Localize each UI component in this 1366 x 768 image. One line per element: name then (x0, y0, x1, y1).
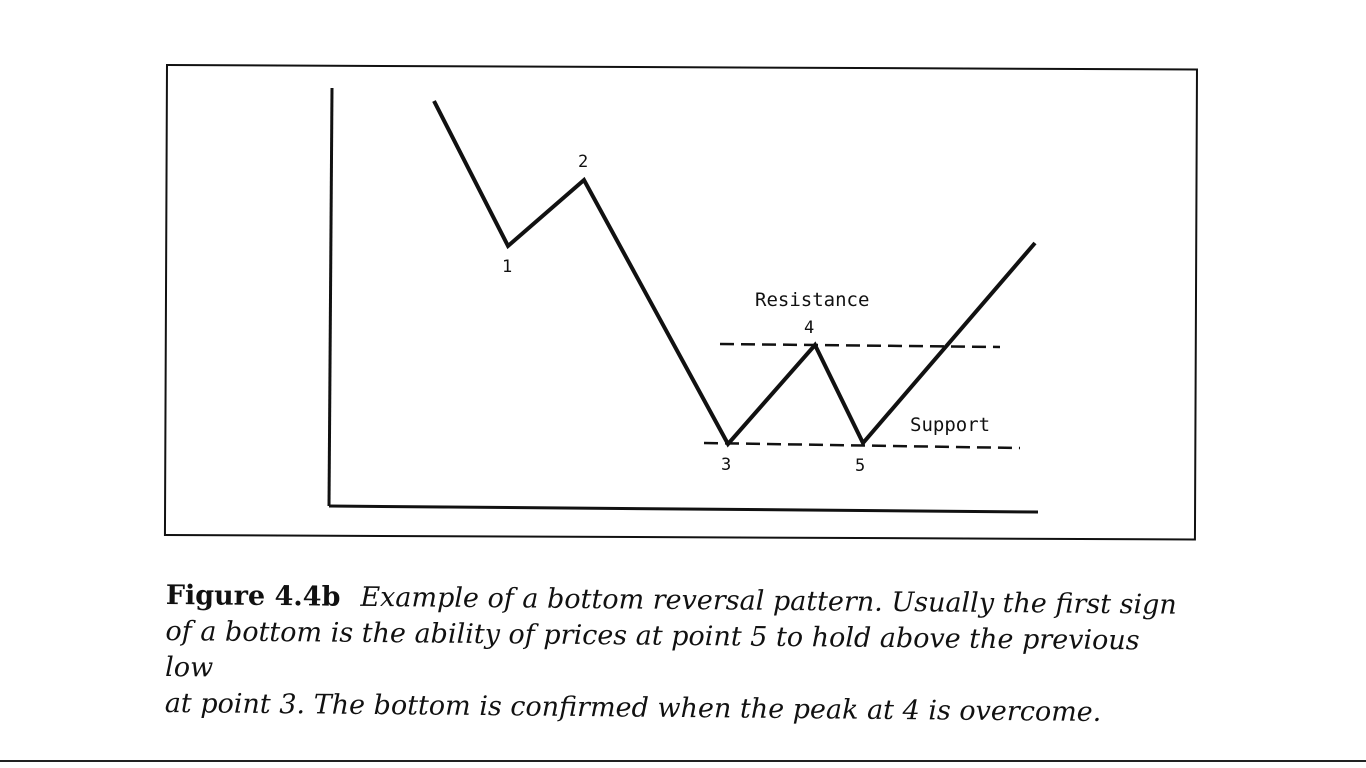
point-label-4: 4 (804, 318, 814, 338)
point-label-5: 5 (855, 456, 865, 476)
point-label-1: 1 (502, 257, 512, 277)
resistance-line (719, 342, 1001, 349)
point-label-2: 2 (578, 152, 588, 172)
y-axis (327, 87, 334, 507)
x-axis (328, 504, 1039, 514)
resistance-label: Resistance (755, 289, 869, 311)
point-label-3: 3 (721, 455, 731, 475)
support-label: Support (910, 414, 990, 436)
figure-id: Figure 4.4b (165, 579, 341, 613)
caption-line-2: of a bottom is the ability of prices at … (164, 615, 1140, 684)
figure-caption: Figure 4.4b Example of a bottom reversal … (165, 578, 1186, 732)
price-line (432, 100, 1037, 448)
page-edge-rule (0, 760, 1366, 762)
caption-text-1: Example of a bottom reversal pattern. Us… (360, 581, 1177, 621)
